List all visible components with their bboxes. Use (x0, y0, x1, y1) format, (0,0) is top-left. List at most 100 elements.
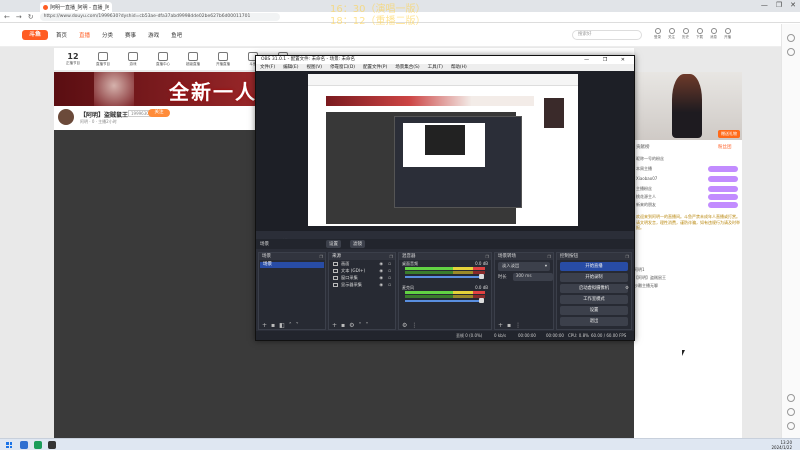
volume-slider[interactable] (405, 276, 481, 278)
dock-float-icon[interactable]: ❐ (319, 253, 323, 260)
browser-tab[interactable]: 阿明一直播_阿明 - 直播_阿明一三... (40, 2, 112, 12)
settings-button[interactable]: 设置 (560, 306, 628, 315)
move-up-icon[interactable]: ˄ (289, 322, 292, 329)
filter-icon[interactable]: ◧ (279, 322, 285, 329)
maximize-button[interactable]: ❐ (776, 1, 782, 9)
move-down-icon[interactable]: ˅ (296, 322, 299, 329)
menu-view[interactable]: 视图(V) (306, 64, 322, 71)
message-icon[interactable]: 消息 (710, 28, 717, 40)
nav-games[interactable]: 游戏 (148, 31, 159, 39)
menu-icon[interactable]: ⋮ (515, 322, 521, 329)
category-item[interactable]: 12 正播节目 (60, 52, 86, 66)
obs-preview[interactable]: 1080p · 画面渲染中 (256, 71, 634, 243)
gear-icon[interactable]: ⚙ (402, 322, 407, 329)
obs-window-controls[interactable]: — ❐ ✕ (584, 56, 631, 64)
forward-icon[interactable]: → (16, 13, 22, 21)
volume-slider-handle[interactable] (479, 274, 484, 279)
rank-row[interactable]: 本周主播 (634, 166, 742, 173)
rank-row[interactable]: 桃花源主人 (634, 194, 742, 201)
dock-float-icon[interactable]: ❐ (625, 253, 629, 260)
menu-docks[interactable]: 停靠窗口(D) (330, 64, 355, 71)
minimize-button[interactable]: — (761, 1, 768, 9)
login-icon[interactable]: 登录 (654, 28, 661, 40)
dock-float-icon[interactable]: ❐ (389, 253, 393, 260)
dock-float-icon[interactable]: ❐ (547, 253, 551, 260)
menu-help[interactable]: 帮助(H) (451, 64, 467, 71)
exit-button[interactable]: 退出 (560, 317, 628, 326)
menu-scene-collection[interactable]: 场景集合(S) (395, 64, 419, 71)
search-input[interactable]: 搜索好 (572, 30, 642, 40)
studio-mode-button[interactable]: 工作室模式 (560, 295, 628, 304)
menu-edit[interactable]: 编辑(E) (283, 64, 298, 71)
reload-icon[interactable]: ↻ (28, 13, 34, 21)
add-source-icon[interactable]: + (332, 322, 337, 329)
go-live-icon[interactable]: 开播 (724, 28, 731, 40)
source-item[interactable]: 画面 ◉ ▫ (329, 260, 395, 267)
tab-contribution[interactable]: 贡献榜 (636, 144, 650, 150)
follow-button[interactable]: 关注 (148, 109, 170, 117)
url-input[interactable]: https://www.douyu.com/1999630?dyshid=cb5… (39, 13, 280, 21)
scene-item[interactable]: 场景 (260, 262, 324, 268)
rank-row[interactable]: 昵称一号的粉丝 (634, 156, 742, 163)
category-item[interactable]: 直播中心 (150, 51, 176, 67)
source-item[interactable]: 显示器采集 ◉ ▫ (329, 281, 395, 288)
menu-icon[interactable]: ⋮ (411, 322, 417, 329)
move-up-icon[interactable]: ˄ (359, 322, 362, 329)
add-scene-icon[interactable]: + (262, 322, 267, 329)
move-down-icon[interactable]: ˅ (366, 322, 369, 329)
system-clock[interactable]: 13:20 2024/1/22 (771, 440, 792, 450)
start-streaming-button[interactable]: 开始直播 (560, 262, 628, 271)
transition-select[interactable]: 淡入淡出 ▾ (498, 262, 550, 271)
nav-live[interactable]: 直播 (79, 31, 90, 39)
scene-settings-button[interactable]: 设置 (326, 240, 341, 248)
category-item[interactable]: 超级直播 (180, 51, 206, 67)
close-button[interactable]: ✕ (790, 1, 796, 9)
scene-filters-button[interactable]: 滤镜 (350, 240, 365, 248)
side-icon[interactable] (787, 408, 795, 416)
nav-category[interactable]: 分类 (102, 31, 113, 39)
nav-home[interactable]: 首页 (56, 31, 67, 39)
search-icon[interactable] (20, 441, 28, 449)
back-icon[interactable]: ← (4, 13, 10, 21)
gear-icon[interactable]: ⚙ (349, 322, 354, 329)
download-icon[interactable]: 下载 (696, 28, 703, 40)
menu-file[interactable]: 文件(F) (260, 64, 275, 71)
tab-fans[interactable]: 粉丝团 (718, 144, 732, 150)
douyu-logo[interactable]: 斗鱼 (22, 30, 48, 40)
volume-slider[interactable] (405, 300, 481, 302)
history-icon[interactable]: 历史 (682, 28, 689, 40)
rank-row[interactable]: 主播粉丝 (634, 186, 742, 193)
dock-float-icon[interactable]: ❐ (485, 253, 489, 260)
menu-tools[interactable]: 工具(T) (428, 64, 443, 71)
remove-source-icon[interactable]: ▪ (341, 322, 345, 329)
browser-app-icon[interactable] (34, 441, 42, 449)
remove-scene-icon[interactable]: ▪ (271, 322, 275, 329)
remove-transition-icon[interactable]: ▪ (507, 322, 511, 329)
add-transition-icon[interactable]: + (498, 322, 503, 329)
category-item[interactable]: 直播节目 (90, 51, 116, 67)
gift-button[interactable]: 赠送礼物 (718, 130, 740, 138)
nav-fishbar[interactable]: 鱼吧 (171, 31, 182, 39)
duration-input[interactable]: 300 ms (512, 273, 553, 281)
side-icon[interactable] (787, 394, 795, 402)
side-icon[interactable] (787, 34, 795, 42)
rank-row[interactable]: Xiaobao07 (634, 176, 742, 183)
side-icon[interactable] (787, 48, 795, 56)
obs-app-icon[interactable] (48, 441, 56, 449)
virtual-camera-button[interactable]: 启动虚拟摄像机 ⚙ (560, 284, 629, 293)
main-nav: 首页 直播 分类 赛事 游戏 鱼吧 (56, 31, 182, 39)
rank-row[interactable]: 新来的朋友 (634, 202, 742, 209)
start-menu-icon[interactable] (6, 442, 12, 448)
menu-profile[interactable]: 配置文件(P) (363, 64, 387, 71)
volume-slider-handle[interactable] (479, 298, 484, 303)
category-item[interactable]: 开播直播 (210, 51, 236, 67)
eye-icon: ◉ (379, 268, 383, 273)
nav-events[interactable]: 赛事 (125, 31, 136, 39)
category-item[interactable]: 游戏 (120, 51, 146, 67)
settings-icon[interactable] (787, 422, 795, 430)
source-item[interactable]: 窗口采集 ◉ ▫ (329, 274, 395, 281)
avatar[interactable] (58, 109, 74, 125)
start-recording-button[interactable]: 开始录制 (560, 273, 628, 282)
follow-icon[interactable]: 关注 (668, 28, 675, 40)
source-item[interactable]: 文本 (GDI+) ◉ ▫ (329, 267, 395, 274)
